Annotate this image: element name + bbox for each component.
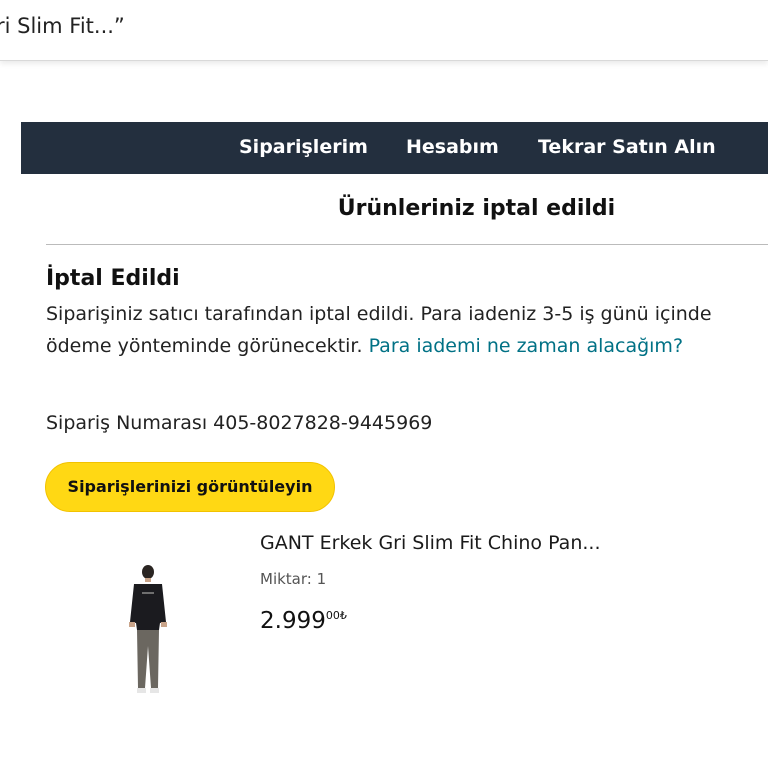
message-line-1: Siparişiniz satıcı tarafından iptal edil… — [46, 303, 712, 325]
page-title: Ürünleriniz iptal edildi — [337, 196, 616, 221]
right-shoe — [150, 688, 159, 693]
left-shoe — [137, 688, 146, 693]
product-image[interactable] — [118, 560, 178, 700]
product-title-link[interactable]: GANT Erkek Gri Slim Fit Chino Pan... — [260, 532, 601, 554]
refund-help-link[interactable]: Para iademi ne zaman alacağım? — [369, 335, 683, 357]
product-price: 2.99900₺ — [260, 608, 347, 634]
product-figure-neck — [145, 578, 151, 582]
product-figure-head — [142, 565, 154, 579]
cancellation-message: Siparişiniz satıcı tarafından iptal edil… — [46, 298, 768, 362]
right-hand — [161, 622, 167, 627]
preview-text: ri Slim Fit...” — [0, 14, 125, 38]
product-sweater — [130, 584, 166, 630]
product-chino-pants — [137, 630, 159, 688]
price-superscript: 00₺ — [325, 609, 347, 622]
product-quantity: Miktar: 1 — [260, 570, 327, 588]
nav-link-orders[interactable]: Siparişlerim — [239, 136, 368, 158]
nav-link-buy-again[interactable]: Tekrar Satın Alın — [538, 136, 716, 158]
message-line-2: ödeme yönteminde görünecektir. — [46, 335, 363, 357]
header-nav: Siparişlerim Hesabım Tekrar Satın Alın — [21, 122, 768, 174]
sweater-logo — [142, 592, 154, 594]
message-preview-bar: ri Slim Fit...” — [0, 0, 768, 61]
view-orders-button[interactable]: Siparişlerinizi görüntüleyin — [45, 462, 335, 512]
order-number: Sipariş Numarası 405-8027828-9445969 — [46, 412, 433, 434]
divider — [46, 244, 768, 245]
price-whole: 2.999 — [260, 608, 326, 634]
status-heading: İptal Edildi — [46, 266, 180, 291]
nav-link-account[interactable]: Hesabım — [406, 136, 499, 158]
left-hand — [129, 622, 135, 627]
